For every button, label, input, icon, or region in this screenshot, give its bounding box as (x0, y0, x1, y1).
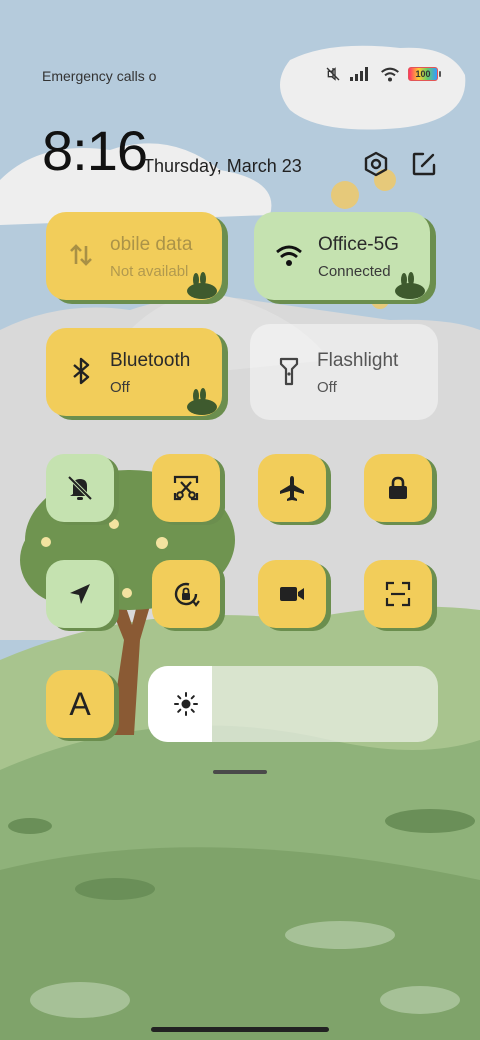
video-icon (280, 587, 304, 601)
scanner-toggle[interactable] (364, 560, 432, 628)
status-carrier-text: Emergency calls o (42, 68, 157, 84)
edit-icon[interactable] (410, 150, 438, 178)
screen-recorder-toggle[interactable] (258, 560, 326, 628)
wifi-network-name: Office-5G (318, 234, 399, 255)
lock-icon (389, 476, 407, 499)
mute-icon (326, 67, 340, 81)
wifi-icon (276, 245, 302, 266)
lock-toggle[interactable] (364, 454, 432, 522)
settings-icon[interactable] (362, 150, 390, 178)
status-icons: 100 (324, 66, 441, 82)
sun-icon (174, 692, 198, 716)
bunny-icon (187, 272, 217, 299)
bluetooth-title: Bluetooth (110, 350, 191, 371)
font-size-label: A (69, 685, 91, 722)
bell-off-icon (67, 475, 93, 501)
bluetooth-tile[interactable]: Bluetooth Off (46, 328, 222, 416)
scan-icon (385, 581, 411, 607)
location-toggle[interactable] (46, 560, 114, 628)
signal-icon (350, 67, 368, 81)
location-icon (70, 584, 90, 604)
battery-icon: 100 (408, 67, 441, 81)
font-size-toggle[interactable]: A (46, 670, 114, 738)
home-gesture-bar[interactable] (151, 1027, 329, 1032)
bunny-icon (187, 388, 217, 415)
flashlight-icon (279, 357, 299, 386)
data-arrows-icon (70, 244, 92, 266)
clock-date: Thursday, March 23 (143, 156, 302, 176)
rotation-lock-icon (174, 582, 200, 607)
bunny-icon (395, 272, 425, 299)
scissors-icon (173, 475, 199, 501)
wifi-tile[interactable]: Office-5G Connected (254, 212, 430, 300)
mobile-data-tile[interactable]: obile data Not availabl (46, 212, 222, 300)
airplane-toggle[interactable] (258, 454, 326, 522)
wifi-status: Connected (318, 263, 391, 280)
rotation-lock-toggle[interactable] (152, 560, 220, 628)
mobile-data-status: Not availabl (110, 263, 189, 280)
screenshot-toggle[interactable] (152, 454, 220, 522)
flashlight-status: Off (317, 379, 337, 396)
wifi-icon (381, 67, 399, 81)
mobile-data-title: obile data (110, 234, 193, 255)
flashlight-title: Flashlight (317, 350, 399, 371)
panel-drag-handle[interactable] (213, 770, 267, 774)
bluetooth-icon (73, 357, 90, 385)
airplane-icon (280, 476, 304, 501)
flashlight-tile[interactable]: Flashlight Off (250, 324, 438, 420)
silent-toggle[interactable] (46, 454, 114, 522)
clock-time: 8:16 (42, 119, 148, 182)
bluetooth-status: Off (110, 379, 130, 396)
brightness-slider[interactable] (148, 666, 438, 742)
